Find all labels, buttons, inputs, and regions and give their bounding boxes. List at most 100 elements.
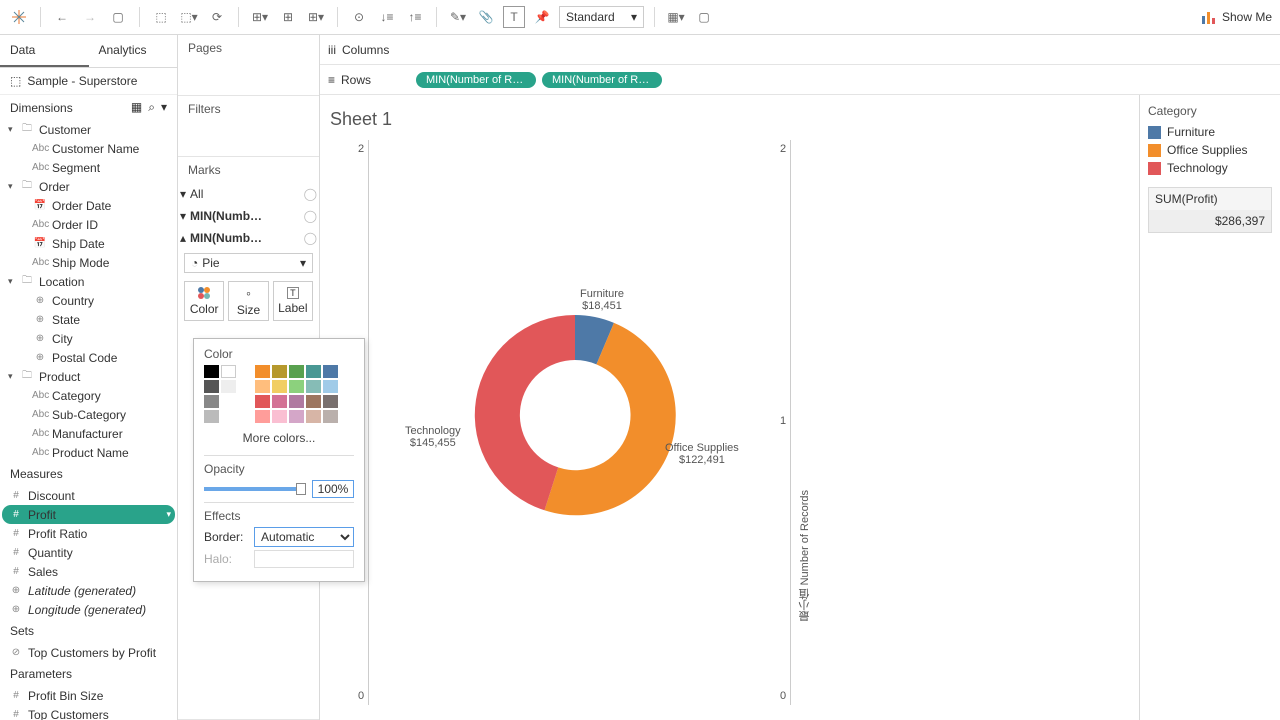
swatch[interactable] bbox=[272, 380, 287, 393]
param-bin[interactable]: #Profit Bin Size bbox=[2, 686, 175, 705]
field-city[interactable]: ⊕City bbox=[2, 329, 175, 348]
swatch[interactable] bbox=[323, 410, 338, 423]
new-sheet-icon[interactable]: ⬚▾ bbox=[178, 6, 200, 28]
marks-all[interactable]: ▾All◯ bbox=[178, 183, 319, 205]
field-order-date[interactable]: 📅Order Date bbox=[2, 196, 175, 215]
field-longitude[interactable]: ⊕Longitude (generated) bbox=[2, 600, 175, 619]
field-sales[interactable]: #Sales bbox=[2, 562, 175, 581]
swatch[interactable] bbox=[289, 365, 304, 378]
swatch[interactable] bbox=[289, 395, 304, 408]
field-country[interactable]: ⊕Country bbox=[2, 291, 175, 310]
swatch[interactable] bbox=[221, 365, 236, 378]
new-datasource-icon[interactable]: ⬚ bbox=[150, 6, 172, 28]
swatch[interactable] bbox=[306, 395, 321, 408]
back-icon[interactable]: ← bbox=[51, 6, 73, 28]
field-ship-date[interactable]: 📅Ship Date bbox=[2, 234, 175, 253]
swatch[interactable] bbox=[272, 395, 287, 408]
field-segment[interactable]: AbcSegment bbox=[2, 158, 175, 177]
show-me-button[interactable]: Show Me bbox=[1202, 10, 1272, 24]
halo-select[interactable] bbox=[254, 550, 354, 568]
text-icon[interactable]: T bbox=[503, 6, 525, 28]
folder-customer[interactable]: ▾🗀Customer bbox=[2, 120, 175, 139]
folder-product[interactable]: ▾🗀Product bbox=[2, 367, 175, 386]
show-cards-icon[interactable]: ▦▾ bbox=[665, 6, 687, 28]
marks-m1[interactable]: ▾MIN(Numb…◯ bbox=[178, 205, 319, 227]
columns-shelf[interactable]: iiiColumns bbox=[320, 35, 1280, 65]
swatch[interactable] bbox=[255, 395, 270, 408]
tab-data[interactable]: Data bbox=[0, 35, 89, 67]
field-category[interactable]: AbcCategory bbox=[2, 386, 175, 405]
swatch[interactable] bbox=[306, 365, 321, 378]
sort-icon[interactable]: ↓≡ bbox=[376, 6, 398, 28]
field-order-id[interactable]: AbcOrder ID bbox=[2, 215, 175, 234]
legend-item-office[interactable]: Office Supplies bbox=[1148, 141, 1272, 159]
swatch[interactable] bbox=[306, 380, 321, 393]
fit-dropdown[interactable]: Standard ▾ bbox=[559, 6, 644, 28]
forward-icon[interactable]: → bbox=[79, 6, 101, 28]
field-postal[interactable]: ⊕Postal Code bbox=[2, 348, 175, 367]
sheet-title[interactable]: Sheet 1 bbox=[330, 109, 392, 130]
field-discount[interactable]: #Discount bbox=[2, 486, 175, 505]
sort2-icon[interactable]: ↑≡ bbox=[404, 6, 426, 28]
swatch[interactable] bbox=[323, 395, 338, 408]
present-icon[interactable]: ▢ bbox=[693, 6, 715, 28]
swatch[interactable] bbox=[204, 380, 219, 393]
mark-type-dropdown[interactable]: ◔Pie▾ bbox=[184, 253, 313, 273]
legend-item-furniture[interactable]: Furniture bbox=[1148, 123, 1272, 141]
swatch[interactable] bbox=[289, 410, 304, 423]
swatch[interactable] bbox=[255, 365, 270, 378]
swatch[interactable] bbox=[323, 380, 338, 393]
refresh-icon[interactable]: ⟳ bbox=[206, 6, 228, 28]
swap-icon[interactable]: ⊞▾ bbox=[249, 6, 271, 28]
swatch[interactable] bbox=[255, 380, 270, 393]
opacity-input[interactable] bbox=[312, 480, 354, 498]
mark-size-button[interactable]: ◦Size bbox=[228, 281, 268, 321]
field-quantity[interactable]: #Quantity bbox=[2, 543, 175, 562]
field-state[interactable]: ⊕State bbox=[2, 310, 175, 329]
swatch[interactable] bbox=[323, 365, 338, 378]
field-subcategory[interactable]: AbcSub-Category bbox=[2, 405, 175, 424]
legend-item-technology[interactable]: Technology bbox=[1148, 159, 1272, 177]
field-ship-mode[interactable]: AbcShip Mode bbox=[2, 253, 175, 272]
marks-m2[interactable]: ▴MIN(Numb…◯ bbox=[178, 227, 319, 249]
field-profit[interactable]: #Profit▾ bbox=[2, 505, 175, 524]
swatch[interactable] bbox=[272, 410, 287, 423]
rows-shelf[interactable]: ≡Rows MIN(Number of Recor.. MIN(Number o… bbox=[320, 65, 1280, 95]
field-manufacturer[interactable]: AbcManufacturer bbox=[2, 424, 175, 443]
data-source[interactable]: ⬚ Sample - Superstore bbox=[0, 68, 177, 95]
search-icon[interactable]: ⌕ bbox=[148, 100, 155, 115]
tab-analytics[interactable]: Analytics bbox=[89, 35, 178, 67]
group-icon[interactable]: ⊙ bbox=[348, 6, 370, 28]
border-select[interactable]: Automatic bbox=[254, 527, 354, 547]
view-icon[interactable]: ▦ bbox=[131, 100, 142, 115]
set-top-customers[interactable]: ⊘Top Customers by Profit bbox=[2, 643, 175, 662]
mark-color-button[interactable]: Color bbox=[184, 281, 224, 321]
param-top[interactable]: #Top Customers bbox=[2, 705, 175, 720]
folder-location[interactable]: ▾🗀Location bbox=[2, 272, 175, 291]
field-latitude[interactable]: ⊕Latitude (generated) bbox=[2, 581, 175, 600]
swatch[interactable] bbox=[255, 410, 270, 423]
swatch[interactable] bbox=[306, 410, 321, 423]
sort-desc-icon[interactable]: ⊞▾ bbox=[305, 6, 327, 28]
more-colors-link[interactable]: More colors... bbox=[204, 429, 354, 451]
swatch[interactable] bbox=[289, 380, 304, 393]
mark-label-button[interactable]: TLabel bbox=[273, 281, 313, 321]
swatch[interactable] bbox=[272, 365, 287, 378]
swatch[interactable] bbox=[204, 395, 219, 408]
menu-icon[interactable]: ▾ bbox=[161, 100, 167, 115]
swatch[interactable] bbox=[221, 380, 236, 393]
field-customer-name[interactable]: AbcCustomer Name bbox=[2, 139, 175, 158]
field-product-name[interactable]: AbcProduct Name bbox=[2, 443, 175, 462]
rows-pill-2[interactable]: MIN(Number of Recor.. bbox=[542, 72, 662, 88]
sort-asc-icon[interactable]: ⊞ bbox=[277, 6, 299, 28]
rows-pill-1[interactable]: MIN(Number of Recor.. bbox=[416, 72, 536, 88]
save-icon[interactable]: ▢ bbox=[107, 6, 129, 28]
field-profit-ratio[interactable]: #Profit Ratio bbox=[2, 524, 175, 543]
pin-icon[interactable]: 📌 bbox=[531, 6, 553, 28]
opacity-slider[interactable] bbox=[204, 487, 306, 491]
highlight-icon[interactable]: ✎▾ bbox=[447, 6, 469, 28]
swatch[interactable] bbox=[204, 365, 219, 378]
attach-icon[interactable]: 📎 bbox=[475, 6, 497, 28]
folder-order[interactable]: ▾🗀Order bbox=[2, 177, 175, 196]
swatch[interactable] bbox=[204, 410, 219, 423]
